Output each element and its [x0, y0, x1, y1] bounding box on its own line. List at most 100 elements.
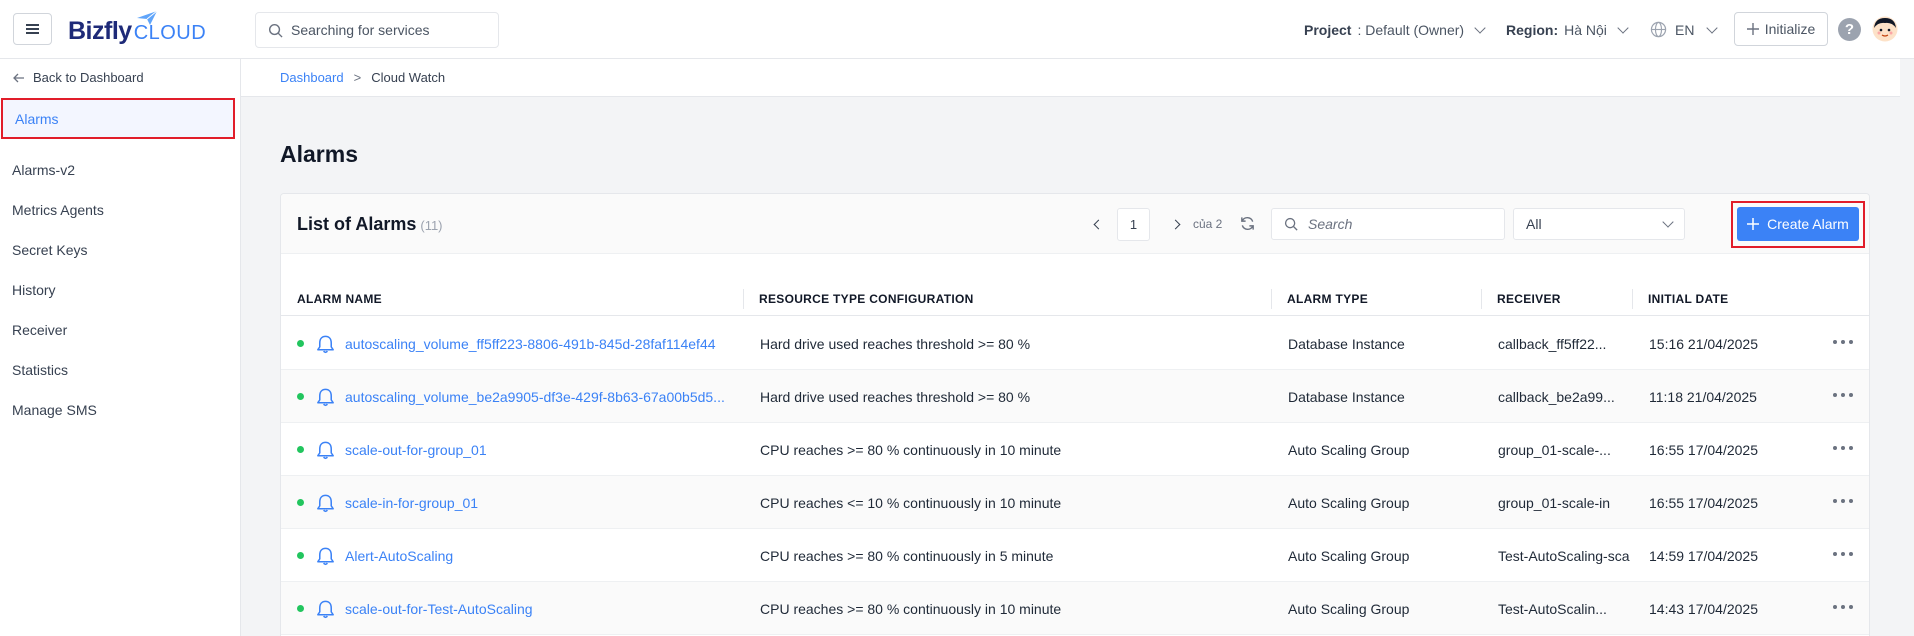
sidebar-item-statistics[interactable]: Statistics — [0, 350, 241, 390]
column-divider — [1271, 289, 1272, 309]
alarm-name-link[interactable]: autoscaling_volume_ff5ff223-8806-491b-84… — [345, 336, 716, 352]
table-row[interactable]: scale-out-for-Test-AutoScaling CPU reache… — [281, 582, 1869, 635]
alarm-name-link[interactable]: scale-out-for-group_01 — [345, 442, 487, 458]
project-value: : Default (Owner) — [1357, 21, 1465, 38]
column-receiver[interactable]: RECEIVER — [1497, 281, 1561, 316]
help-icon[interactable]: ? — [1838, 18, 1861, 41]
sidebar-item-manage-sms[interactable]: Manage SMS — [0, 390, 241, 430]
status-dot — [297, 446, 304, 453]
receiver: group_01-scale-in — [1498, 494, 1611, 511]
scrollbar[interactable] — [1900, 59, 1914, 636]
column-alarm-type[interactable]: ALARM TYPE — [1287, 281, 1368, 316]
current-page-input[interactable]: 1 — [1117, 208, 1150, 241]
plus-icon — [1746, 23, 1759, 35]
initial-date: 16:55 17/04/2025 — [1649, 494, 1758, 511]
column-initial-date[interactable]: INITIAL DATE — [1648, 281, 1729, 316]
receiver: Test-AutoScalin... — [1498, 600, 1607, 617]
status-dot — [297, 605, 304, 612]
initialize-button[interactable]: Initialize — [1734, 12, 1828, 46]
resource-type-config: CPU reaches <= 10 % continuously in 10 m… — [760, 494, 1062, 511]
chevron-down-icon — [1474, 21, 1486, 34]
region-value: Hà Nội — [1564, 21, 1607, 38]
sidebar-item-history[interactable]: History — [0, 270, 241, 310]
column-divider — [1632, 289, 1633, 309]
region-label: Region: — [1506, 21, 1559, 38]
row-actions-icon[interactable] — [1833, 496, 1853, 506]
hamburger-icon — [26, 24, 39, 34]
bizfly-logo[interactable]: Bizfly CLOUD — [68, 10, 206, 46]
sidebar-item-metrics-agents[interactable]: Metrics Agents — [0, 190, 241, 230]
status-dot — [297, 552, 304, 559]
card-title-text: List of Alarms — [297, 214, 417, 234]
project-selector[interactable]: Project : Default (Owner) — [1304, 0, 1486, 59]
resource-type-config: Hard drive used reaches threshold >= 80 … — [760, 335, 1031, 352]
bell-icon — [317, 388, 334, 407]
sidebar-item-secret-keys[interactable]: Secret Keys — [0, 230, 241, 270]
avatar[interactable] — [1872, 16, 1898, 42]
sidebar-item-label: Manage SMS — [12, 402, 97, 418]
project-label: Project — [1304, 21, 1352, 38]
table-header: ALARM NAME RESOURCE TYPE CONFIGURATION A… — [281, 281, 1869, 316]
globe-icon — [1650, 21, 1667, 38]
row-actions-icon[interactable] — [1833, 443, 1853, 453]
alarm-name-link[interactable]: scale-in-for-group_01 — [345, 495, 478, 511]
alarm-name-link[interactable]: scale-out-for-Test-AutoScaling — [345, 601, 533, 617]
table-row[interactable]: scale-in-for-group_01 CPU reaches <= 10 %… — [281, 476, 1869, 529]
table-row[interactable]: Alert-AutoScaling CPU reaches >= 80 % con… — [281, 529, 1869, 582]
row-actions-icon[interactable] — [1833, 390, 1853, 400]
back-to-dashboard-link[interactable]: Back to Dashboard — [13, 70, 144, 85]
alarm-search-input[interactable] — [1308, 216, 1488, 232]
region-selector[interactable]: Region: Hà Nội — [1506, 0, 1629, 59]
bell-icon — [317, 600, 334, 619]
resource-type-config: Hard drive used reaches threshold >= 80 … — [760, 388, 1031, 405]
breadcrumb-separator: > — [353, 70, 362, 85]
service-search[interactable] — [255, 12, 499, 48]
table-row[interactable]: scale-out-for-group_01 CPU reaches >= 80 … — [281, 423, 1869, 476]
column-divider — [1481, 289, 1482, 309]
alarm-search[interactable] — [1271, 208, 1505, 240]
create-alarm-button[interactable]: Create Alarm — [1737, 207, 1859, 241]
table-row[interactable]: autoscaling_volume_be2a9905-df3e-429f-8b… — [281, 370, 1869, 423]
previous-page-button[interactable] — [1087, 214, 1107, 234]
alarm-type: Database Instance — [1288, 335, 1405, 352]
paper-plane-icon — [137, 10, 158, 25]
language-value: EN — [1675, 21, 1695, 38]
alarm-name-link[interactable]: Alert-AutoScaling — [345, 548, 453, 564]
refresh-icon[interactable] — [1239, 215, 1256, 232]
menu-toggle-button[interactable] — [13, 13, 52, 45]
row-actions-icon[interactable] — [1833, 337, 1853, 347]
alarm-type: Auto Scaling Group — [1288, 494, 1410, 511]
sidebar-item-label: Secret Keys — [12, 242, 88, 258]
search-icon — [268, 23, 283, 38]
chevron-down-icon — [1617, 21, 1629, 34]
filter-value: All — [1526, 216, 1542, 232]
arrow-left-icon — [13, 73, 24, 82]
page-title: Alarms — [280, 141, 358, 167]
sidebar-item-label: Statistics — [12, 362, 69, 378]
resource-type-config: CPU reaches >= 80 % continuously in 10 m… — [760, 600, 1062, 617]
chevron-left-icon — [1093, 219, 1104, 229]
table-row[interactable]: autoscaling_volume_ff5ff223-8806-491b-84… — [281, 317, 1869, 370]
sidebar-item-alarms[interactable]: Alarms — [1, 98, 235, 139]
initialize-label: Initialize — [1764, 21, 1816, 37]
next-page-button[interactable] — [1167, 214, 1187, 234]
sidebar-item-receiver[interactable]: Receiver — [0, 310, 241, 350]
alarm-filter-select[interactable]: All — [1513, 208, 1685, 240]
sidebar-item-label: Metrics Agents — [12, 202, 104, 218]
initial-date: 15:16 21/04/2025 — [1649, 335, 1758, 352]
alarm-name-link[interactable]: autoscaling_volume_be2a9905-df3e-429f-8b… — [345, 389, 725, 405]
breadcrumb-dashboard-link[interactable]: Dashboard — [280, 70, 344, 85]
service-search-input[interactable] — [291, 22, 491, 38]
column-resource-type[interactable]: RESOURCE TYPE CONFIGURATION — [759, 281, 974, 316]
initial-date: 14:59 17/04/2025 — [1649, 547, 1758, 564]
column-alarm-name[interactable]: ALARM NAME — [297, 281, 382, 316]
row-actions-icon[interactable] — [1833, 549, 1853, 559]
alarm-type: Auto Scaling Group — [1288, 547, 1410, 564]
back-link-label: Back to Dashboard — [33, 70, 144, 85]
receiver: callback_ff5ff22... — [1498, 335, 1607, 352]
initial-date: 14:43 17/04/2025 — [1649, 600, 1758, 617]
row-actions-icon[interactable] — [1833, 602, 1853, 612]
language-selector[interactable]: EN — [1650, 0, 1719, 59]
sidebar-item-alarms-v2[interactable]: Alarms-v2 — [0, 150, 241, 190]
create-alarm-highlight: Create Alarm — [1731, 201, 1865, 248]
